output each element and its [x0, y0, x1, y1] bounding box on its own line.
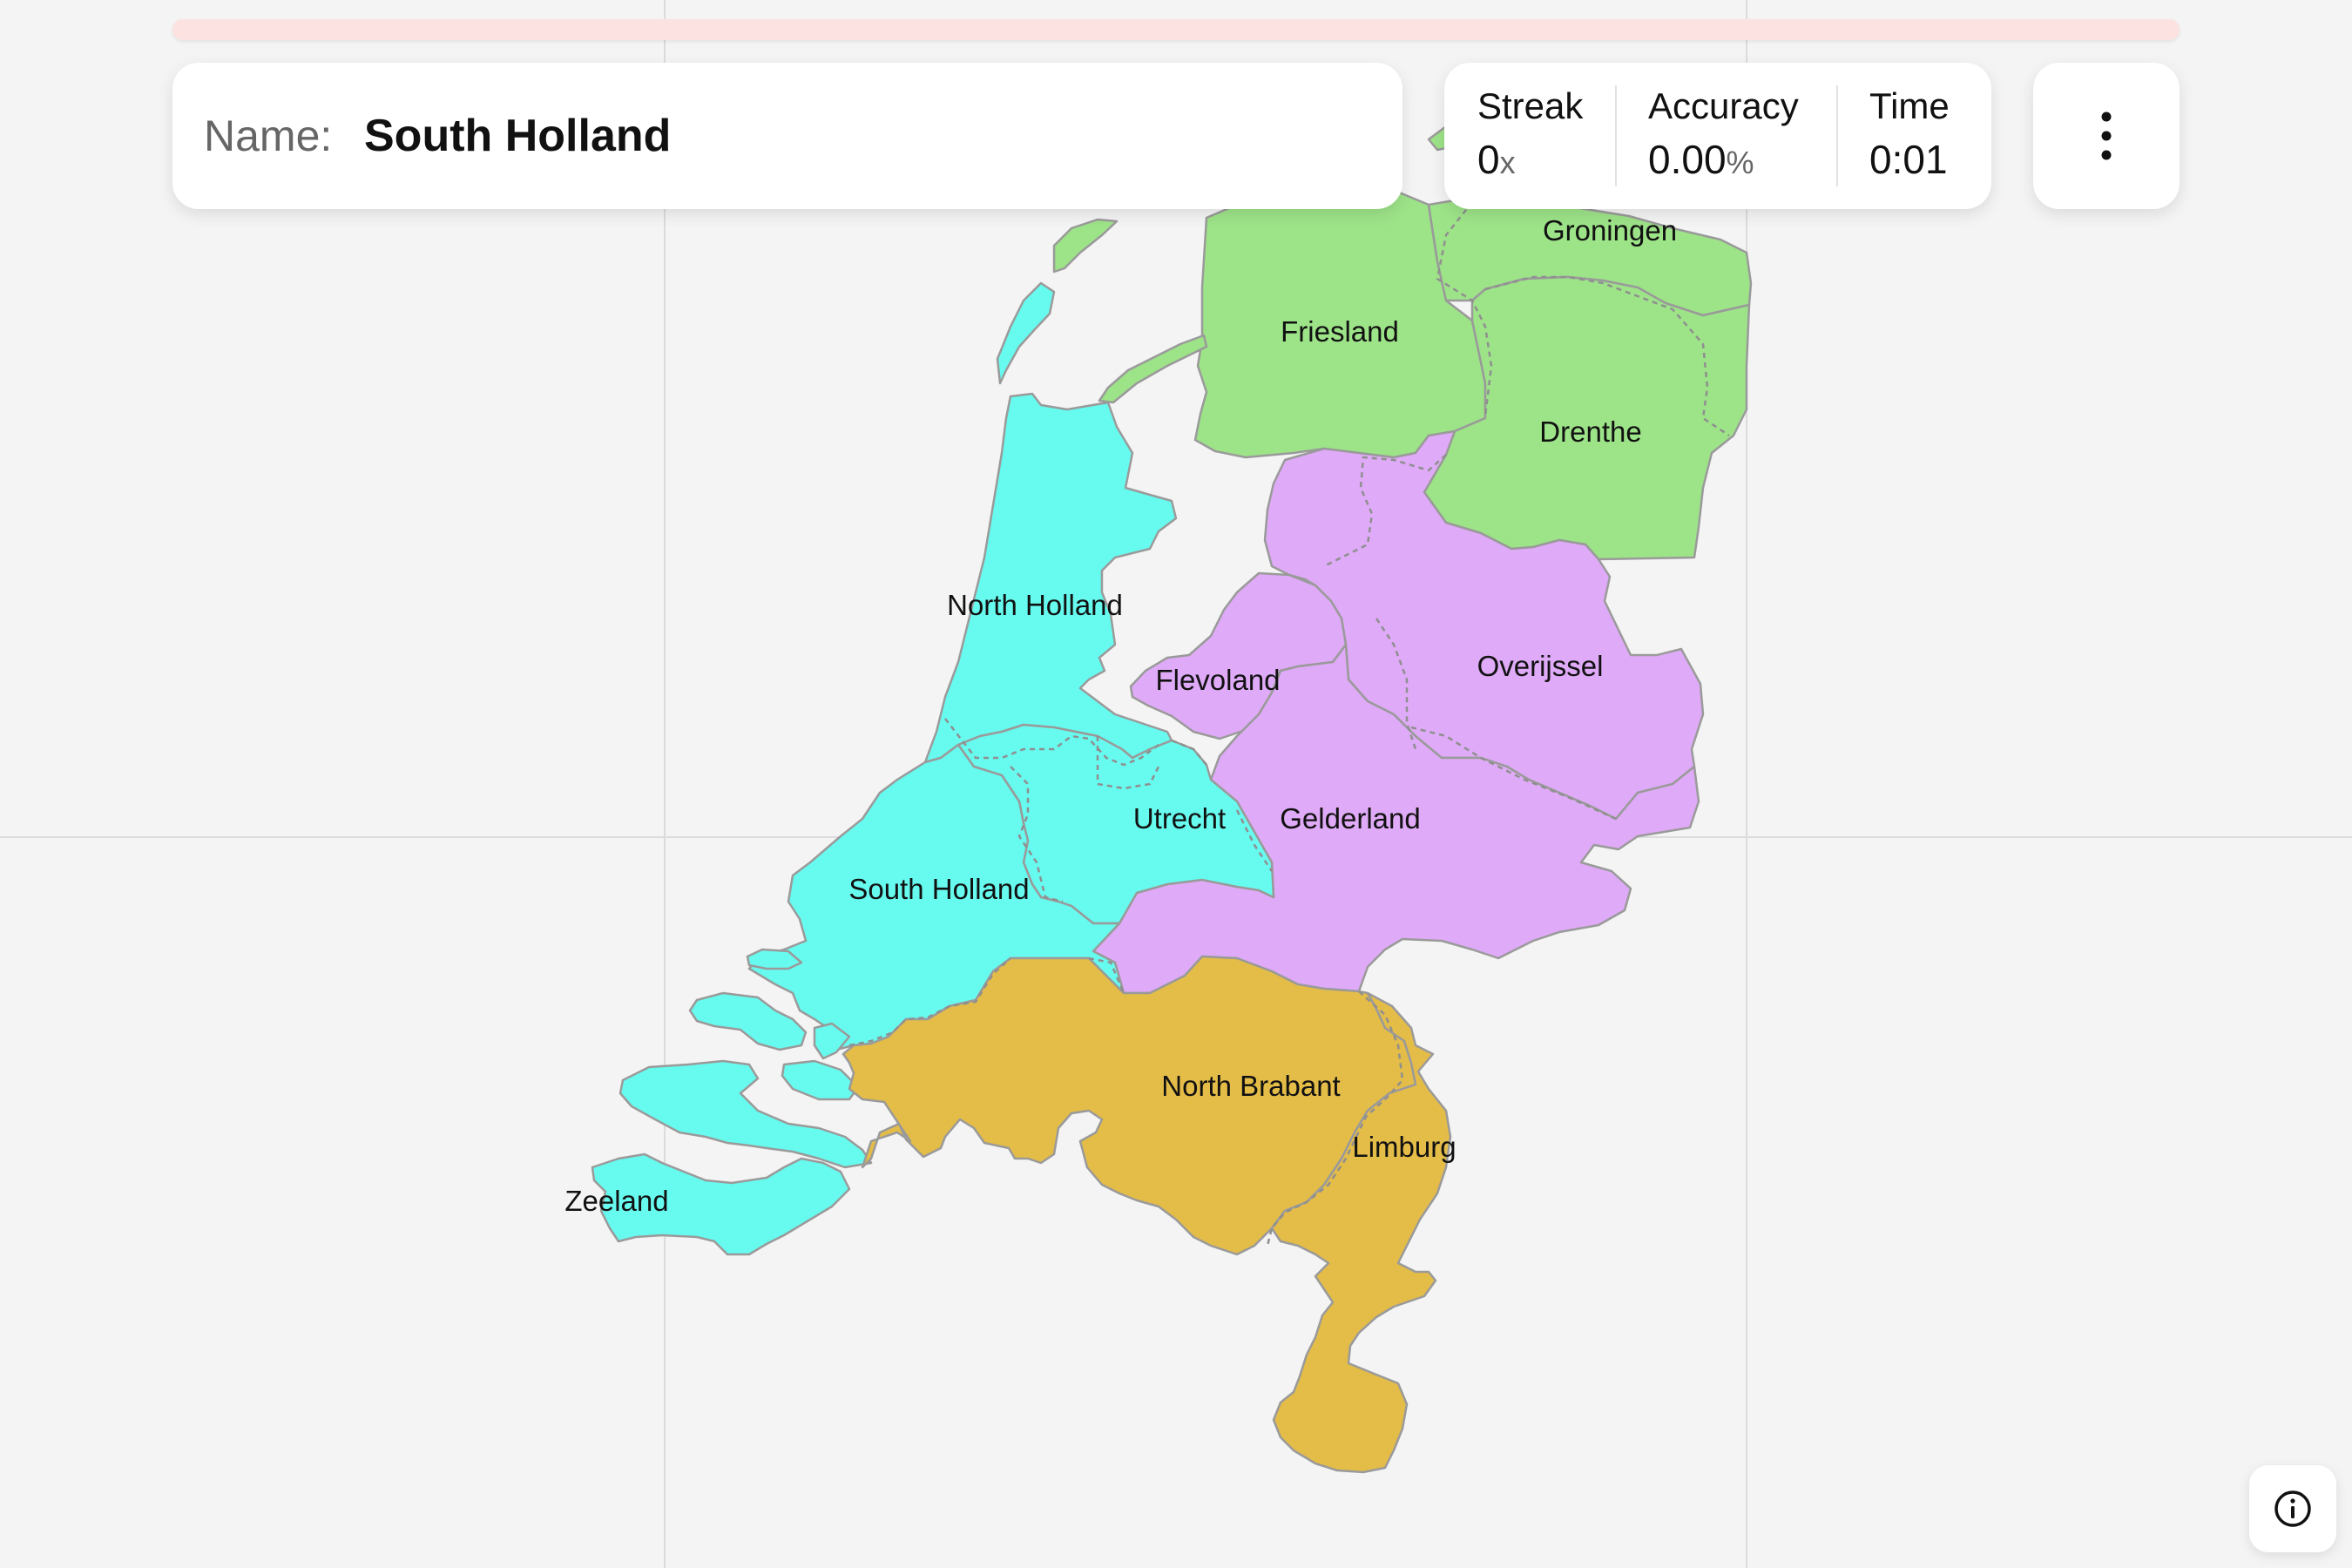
- stat-divider: [1836, 85, 1838, 186]
- accuracy-stat: Accuracy 0.00%: [1648, 84, 1799, 190]
- streak-label: Streak: [1477, 85, 1584, 126]
- accuracy-value-line: 0.00%: [1648, 132, 1799, 190]
- region-zeeland-south: [591, 1152, 851, 1256]
- region-friesland-island: [1052, 218, 1119, 274]
- region-north-holland-island: [996, 281, 1056, 385]
- region-friesland-island-strip: [1098, 334, 1208, 404]
- target-region-name: South Holland: [364, 111, 672, 161]
- prompt-card: Name: South Holland: [172, 63, 1402, 209]
- region-zeeland-island-north: [688, 991, 808, 1051]
- stat-divider: [1615, 85, 1617, 186]
- accuracy-unit: %: [1726, 145, 1754, 180]
- more-vertical-icon: [2101, 112, 2112, 160]
- south-group: [841, 955, 1452, 1474]
- info-button[interactable]: [2249, 1465, 2336, 1552]
- streak-value: 0: [1477, 137, 1500, 182]
- menu-button[interactable]: [2033, 63, 2180, 209]
- streak-value-line: 0x: [1477, 132, 1583, 190]
- progress-bar: [172, 19, 2180, 40]
- accuracy-label: Accuracy: [1648, 85, 1799, 126]
- region-zeeland-island-mid: [781, 1059, 860, 1101]
- streak-unit: x: [1499, 145, 1516, 180]
- stats-card: Streak 0x Accuracy 0.00% Time 0:01: [1444, 63, 1991, 209]
- accuracy-value: 0.00: [1648, 137, 1727, 182]
- netherlands-map: Groningen Friesland Drenthe North Hollan…: [564, 118, 1753, 1474]
- streak-stat: Streak 0x: [1477, 84, 1583, 190]
- region-north-holland[interactable]: [923, 392, 1178, 764]
- prompt-label: Name:: [204, 112, 333, 160]
- time-label: Time: [1869, 85, 1950, 126]
- info-icon: [2274, 1490, 2311, 1527]
- time-value: 0:01: [1869, 137, 1948, 182]
- time-stat: Time 0:01: [1869, 84, 1950, 186]
